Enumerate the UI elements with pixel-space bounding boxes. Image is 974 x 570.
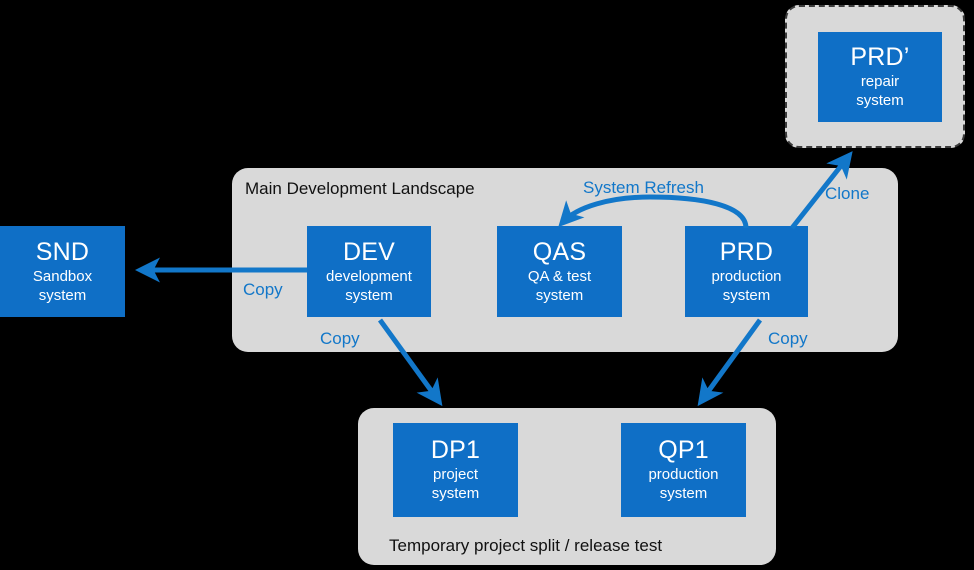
system-id-dev: DEV bbox=[342, 237, 395, 266]
arrow-label-clone: Clone bbox=[825, 184, 870, 203]
system-desc-dp1-line2: system bbox=[431, 485, 480, 502]
system-box-prd-repair[interactable]: PRD’ repair system bbox=[818, 32, 942, 122]
system-id-qas: QAS bbox=[532, 237, 587, 266]
system-desc-dev-line1: development bbox=[326, 267, 412, 285]
system-id-qp1: QP1 bbox=[658, 436, 709, 465]
system-desc-prd-repair-line1: repair bbox=[860, 73, 900, 91]
system-desc-snd-line1: Sandbox bbox=[32, 267, 93, 285]
arrow-label-dev-to-snd: Copy bbox=[243, 280, 283, 299]
system-desc-qas-line2: system bbox=[535, 286, 584, 304]
system-desc-prd-line1: production bbox=[711, 267, 782, 285]
group-title-main-development-landscape: Main Development Landscape bbox=[245, 179, 475, 198]
system-box-snd[interactable]: SND Sandbox system bbox=[0, 226, 125, 317]
system-desc-dp1-line1: project bbox=[432, 466, 479, 484]
system-desc-dev-line2: system bbox=[345, 286, 393, 304]
system-desc-qp1-line2: system bbox=[659, 485, 708, 502]
system-box-dp1[interactable]: DP1 project system bbox=[393, 423, 518, 517]
arrow-label-dev-to-dp1: Copy bbox=[320, 329, 360, 348]
group-caption-temporary-project-split: Temporary project split / release test bbox=[389, 536, 663, 555]
system-id-snd: SND bbox=[35, 237, 90, 266]
system-desc-qas-line1: QA & test bbox=[527, 267, 592, 285]
system-box-qp1[interactable]: QP1 production system bbox=[621, 423, 746, 517]
arrow-label-system-refresh: System Refresh bbox=[583, 178, 704, 197]
system-desc-qp1-line1: production bbox=[648, 466, 719, 484]
system-box-dev[interactable]: DEV development system bbox=[307, 226, 431, 317]
system-desc-prd-line2: system bbox=[722, 286, 771, 304]
system-desc-prd-repair-line2: system bbox=[856, 92, 904, 109]
system-box-qas[interactable]: QAS QA & test system bbox=[497, 226, 622, 317]
system-id-prd: PRD bbox=[719, 237, 774, 266]
diagram-canvas: PRD’ repair system Main Development Land… bbox=[0, 0, 974, 570]
system-box-prd[interactable]: PRD production system bbox=[685, 226, 808, 317]
system-id-prd-repair: PRD’ bbox=[850, 43, 910, 72]
system-desc-snd-line2: system bbox=[38, 286, 87, 304]
system-id-dp1: DP1 bbox=[430, 436, 481, 465]
arrow-label-prd-to-qp1: Copy bbox=[768, 329, 808, 348]
